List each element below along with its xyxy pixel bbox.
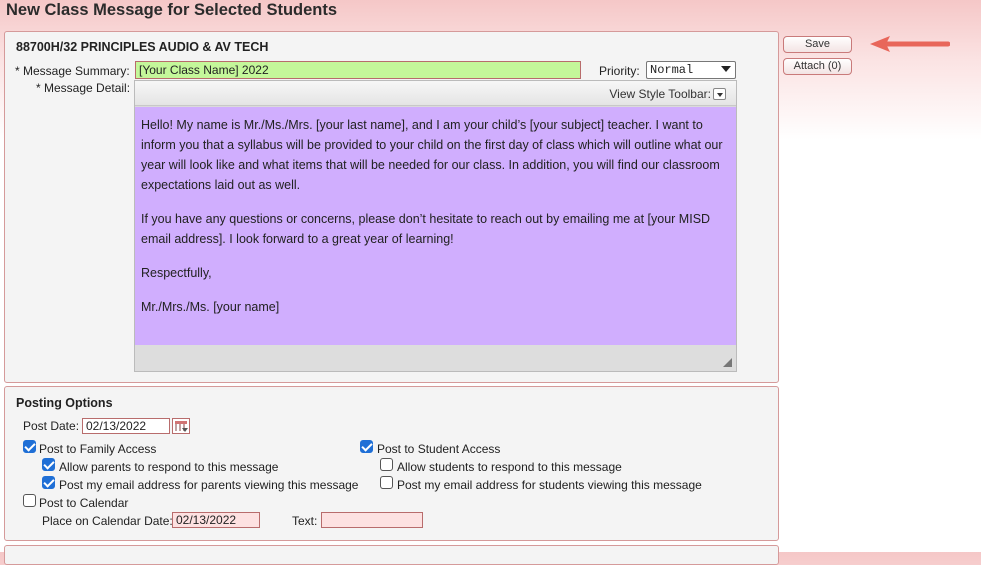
posting-options-title: Posting Options	[16, 396, 113, 410]
posting-options-panel: Posting Options Post Date: 02/13/2022 Po…	[4, 386, 779, 541]
parents-email-label: Post my email address for parents viewin…	[59, 478, 359, 492]
message-detail-body[interactable]: Hello! My name is Mr./Ms./Mrs. [your las…	[135, 107, 736, 345]
resize-grip-icon[interactable]	[723, 358, 732, 367]
post-family-access-label: Post to Family Access	[39, 442, 157, 456]
attach-button[interactable]: Attach (0)	[783, 58, 852, 75]
allow-students-respond-checkbox[interactable]	[380, 458, 393, 471]
calendar-icon[interactable]	[172, 418, 190, 434]
priority-select[interactable]: Normal	[646, 61, 736, 79]
post-student-access-label: Post to Student Access	[377, 442, 501, 456]
post-to-calendar-label: Post to Calendar	[39, 496, 129, 510]
post-to-calendar-checkbox[interactable]	[23, 494, 36, 507]
body-paragraph: Hello! My name is Mr./Ms./Mrs. [your las…	[141, 118, 723, 192]
allow-parents-respond-checkbox[interactable]	[42, 458, 55, 471]
students-email-label: Post my email address for students viewi…	[397, 478, 702, 492]
priority-label: Priority:	[599, 64, 640, 78]
students-email-checkbox[interactable]	[380, 476, 393, 489]
course-title: 88700H/32 PRINCIPLES AUDIO & AV TECH	[16, 40, 269, 54]
calendar-text-input[interactable]	[321, 512, 423, 528]
post-date-label: Post Date:	[23, 419, 80, 433]
view-style-toolbar-label: View Style Toolbar:	[609, 87, 711, 101]
post-date-input[interactable]: 02/13/2022	[82, 418, 170, 434]
chevron-down-icon	[721, 66, 731, 72]
editor-footer	[135, 345, 736, 371]
view-style-toolbar-button[interactable]: View Style Toolbar:	[609, 87, 726, 101]
message-detail-label: * Message Detail:	[36, 81, 131, 95]
parents-email-checkbox[interactable]	[42, 476, 55, 489]
next-panel	[4, 545, 779, 565]
post-student-access-checkbox[interactable]	[360, 440, 373, 453]
calendar-text-label: Text:	[292, 514, 318, 528]
calendar-date-label: Place on Calendar Date:	[42, 514, 173, 528]
editor-toolbar: View Style Toolbar:	[135, 81, 736, 106]
arrow-left-icon	[870, 36, 950, 52]
chevron-down-icon	[713, 88, 726, 100]
message-summary-input[interactable]: [Your Class Name] 2022	[135, 61, 581, 79]
allow-parents-respond-label: Allow parents to respond to this message	[59, 460, 279, 474]
body-paragraph: Mr./Mrs./Ms. [your name]	[141, 300, 280, 314]
allow-students-respond-label: Allow students to respond to this messag…	[397, 460, 622, 474]
message-panel: 88700H/32 PRINCIPLES AUDIO & AV TECH * M…	[4, 31, 779, 383]
save-button[interactable]: Save	[783, 36, 852, 53]
message-summary-label: * Message Summary:	[15, 64, 130, 78]
body-paragraph: If you have any questions or concerns, p…	[141, 212, 711, 246]
page-title: New Class Message for Selected Students	[6, 1, 338, 19]
priority-value: Normal	[650, 63, 694, 77]
message-detail-editor: View Style Toolbar: Hello! My name is Mr…	[134, 80, 737, 372]
post-family-access-checkbox[interactable]	[23, 440, 36, 453]
body-paragraph: Respectfully,	[141, 266, 212, 280]
calendar-date-input[interactable]: 02/13/2022	[172, 512, 260, 528]
